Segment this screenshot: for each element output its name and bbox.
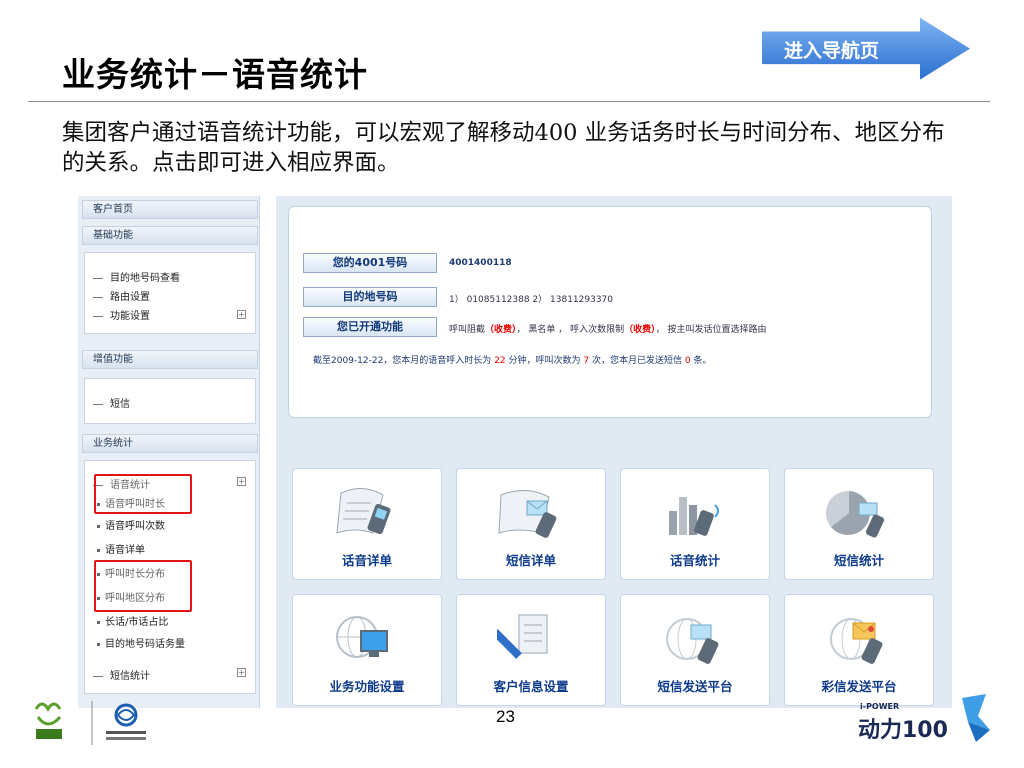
title-divider <box>28 101 990 102</box>
tile-sms-stats[interactable]: 短信统计 <box>784 468 934 580</box>
tile-label: 短信发送平台 <box>657 679 733 694</box>
expo-china-mobile-logos <box>30 695 150 750</box>
highlight-box <box>94 474 192 514</box>
sidebar-sub-long-local-ratio[interactable]: 长话/市话占比 <box>97 613 168 628</box>
your-number-label[interactable]: 您的4001号码 <box>303 253 437 273</box>
account-info-panel: 您的4001号码 4001400118 目的地号码 1） 01085112388… <box>288 206 932 418</box>
sidebar-sub-dest-traffic[interactable]: 目的地号码话务量 <box>97 635 185 650</box>
globe-envelope-icon <box>666 618 719 664</box>
globe-mms-icon <box>830 618 883 664</box>
tile-sms-platform[interactable]: 短信发送平台 <box>620 594 770 706</box>
sidebar: 客户首页 基础功能 目的地号码查看 路由设置 功能设置 + 增值功能 短信 业务… <box>78 196 260 708</box>
tile-label: 短信统计 <box>833 553 884 568</box>
nav-button-label: 进入导航页 <box>784 40 880 62</box>
pie-chart-phone-icon <box>825 490 885 538</box>
nav-to-guide-button[interactable]: 进入导航页 <box>760 16 972 82</box>
page-number: 23 <box>496 707 515 726</box>
sidebar-item-home[interactable]: 客户首页 <box>82 200 258 219</box>
features-label[interactable]: 您已开通功能 <box>303 317 437 337</box>
dest-number-label[interactable]: 目的地号码 <box>303 287 437 307</box>
tile-sms-detail[interactable]: 短信详单 <box>456 468 606 580</box>
sidebar-item-routing[interactable]: 路由设置 <box>93 288 150 303</box>
tile-voice-detail[interactable]: 话音详单 <box>292 468 442 580</box>
expand-icon[interactable]: + <box>237 668 246 677</box>
slide-title: 业务统计－语音统计 <box>62 55 368 94</box>
ipower-text: i-POWER <box>860 702 900 711</box>
expand-icon[interactable]: + <box>237 310 246 319</box>
screenshot-panel: 客户首页 基础功能 目的地号码查看 路由设置 功能设置 + 增值功能 短信 业务… <box>78 196 952 708</box>
sidebar-header-vas[interactable]: 增值功能 <box>82 350 258 369</box>
sidebar-item-feature-settings[interactable]: 功能设置 <box>93 307 150 322</box>
form-pen-icon <box>497 614 548 659</box>
usage-summary: 截至2009-12-22，您本月的语音呼入时长为 22 分钟，呼叫次数为 7 次… <box>313 356 712 366</box>
tile-label: 业务功能设置 <box>329 679 405 694</box>
sidebar-item-sms-stats[interactable]: 短信统计 <box>93 667 150 682</box>
your-number-value: 4001400118 <box>449 258 512 268</box>
tile-voice-stats[interactable]: 话音统计 <box>620 468 770 580</box>
sidebar-sub-call-count[interactable]: 语音呼叫次数 <box>97 517 165 532</box>
sidebar-item-dest-number[interactable]: 目的地号码查看 <box>93 269 180 284</box>
expand-icon[interactable]: + <box>237 477 246 486</box>
tile-service-settings[interactable]: 业务功能设置 <box>292 594 442 706</box>
highlight-box <box>94 560 192 612</box>
tile-label: 话音统计 <box>669 553 720 568</box>
vas-box: 短信 <box>84 378 256 424</box>
sidebar-item-sms[interactable]: 短信 <box>93 395 130 410</box>
tile-label: 话音详单 <box>341 553 392 568</box>
ipower-main-text: 动力100 <box>858 718 948 743</box>
sidebar-sub-voice-detail[interactable]: 语音详单 <box>97 541 145 556</box>
tile-label: 短信详单 <box>505 553 556 568</box>
sidebar-header-stats[interactable]: 业务统计 <box>82 434 258 453</box>
sidebar-header-basic[interactable]: 基础功能 <box>82 226 258 245</box>
scroll-phone-icon <box>336 488 391 535</box>
dest-number-value: 1） 01085112388 2） 13811293370 <box>449 295 614 305</box>
bar-chart-phone-icon <box>669 497 719 536</box>
scroll-envelope-icon <box>498 490 557 538</box>
expo-logo-icon <box>34 701 146 745</box>
tile-customer-info[interactable]: 客户信息设置 <box>456 594 606 706</box>
basic-functions-box: 目的地号码查看 路由设置 功能设置 + <box>84 252 256 334</box>
features-value: 呼叫阻截（收费）， 黑名单 ， 呼入次数限制（收费）， 按主叫发话位置选择路由 <box>449 325 767 335</box>
globe-monitor-icon <box>336 616 388 658</box>
tile-label: 客户信息设置 <box>493 679 569 694</box>
intro-text: 集团客户通过语音统计功能，可以宏观了解移动400 业务话务时长与时间分布、地区分… <box>62 120 945 176</box>
ipower-logo: i-POWER 动力100 <box>850 690 1010 756</box>
main-content: 您的4001号码 4001400118 目的地号码 1） 01085112388… <box>276 196 952 708</box>
